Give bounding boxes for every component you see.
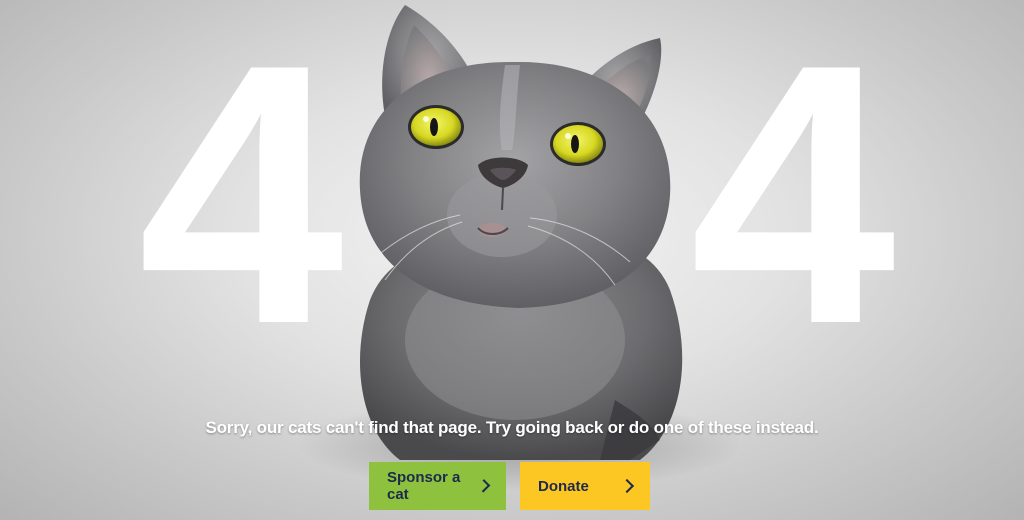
- error-404-page: 4 4 Sorry, our cats can't find that page…: [0, 0, 1024, 520]
- donate-label: Donate: [538, 477, 589, 495]
- error-digit-right: 4: [690, 0, 896, 401]
- donate-button[interactable]: Donate: [520, 462, 650, 510]
- error-message: Sorry, our cats can't find that page. Tr…: [205, 418, 819, 437]
- sponsor-a-cat-button[interactable]: Sponsor a cat: [369, 462, 506, 510]
- sponsor-a-cat-label: Sponsor a cat: [387, 469, 461, 503]
- action-buttons: Sponsor a cat Donate: [369, 462, 650, 510]
- cat-image: [359, 5, 683, 460]
- error-digit-left: 4: [138, 0, 344, 401]
- chevron-right-icon: [619, 478, 635, 494]
